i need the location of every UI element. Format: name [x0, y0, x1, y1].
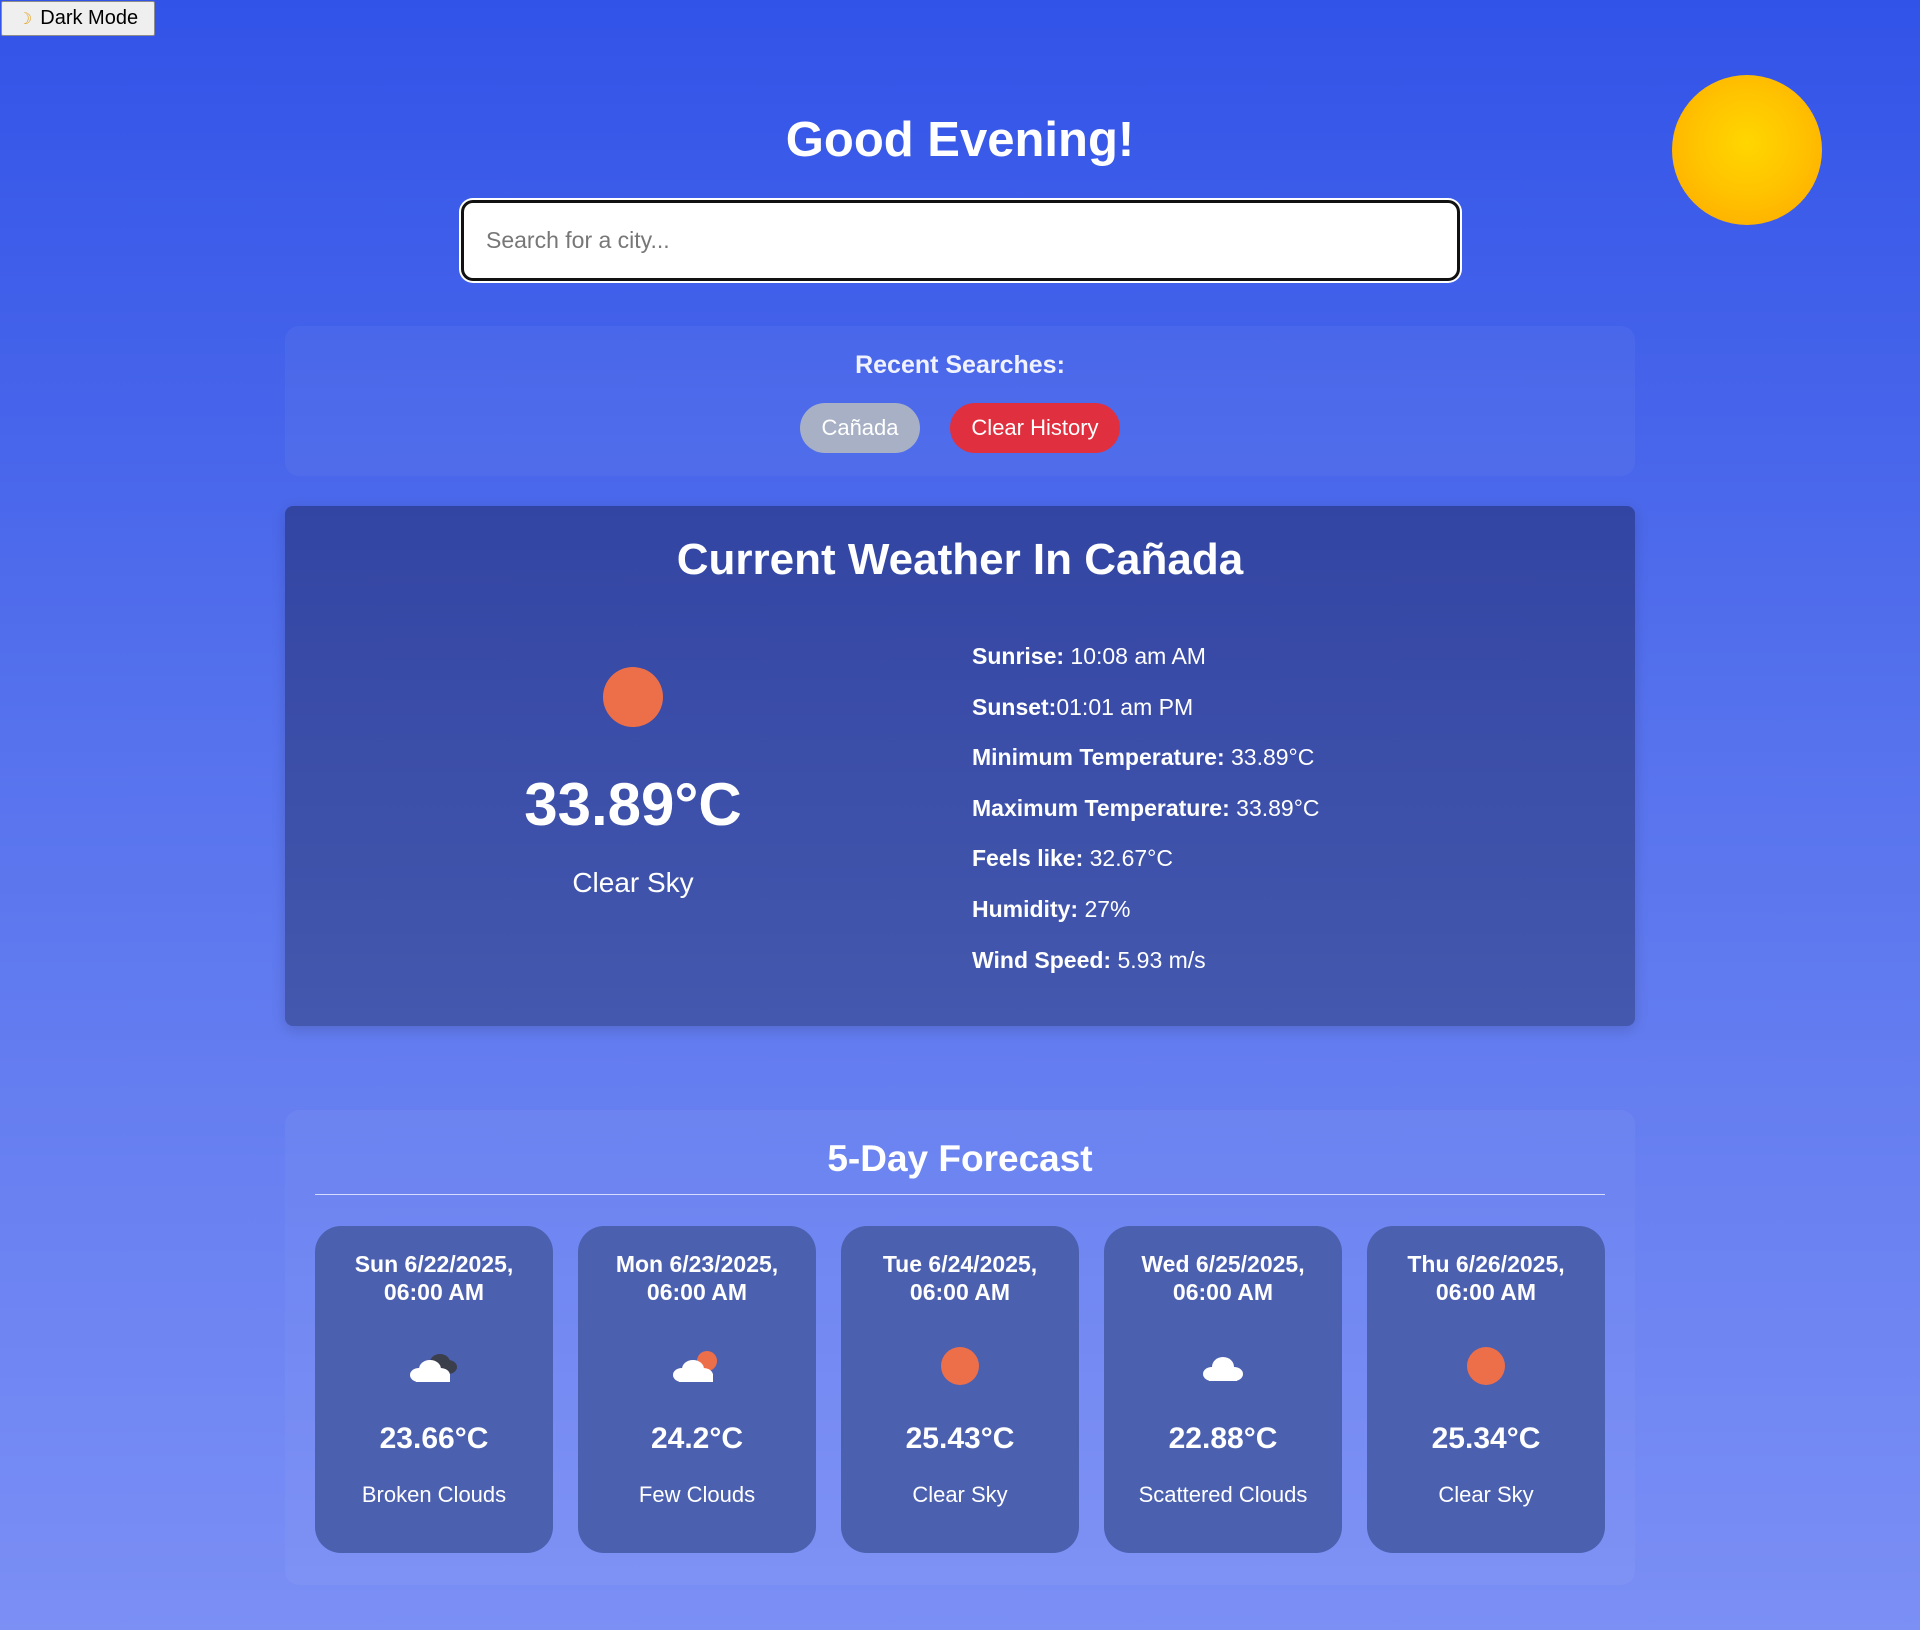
forecast-description: Clear Sky [912, 1482, 1008, 1507]
recent-searches-panel [285, 326, 1635, 476]
forecast-divider [315, 1194, 1605, 1195]
forecast-description: Clear Sky [1438, 1482, 1534, 1507]
forecast-temperature: 24.2°C [650, 1422, 744, 1455]
forecast-time-line: 06:00 AM [1435, 1279, 1537, 1305]
few-clouds-icon [578, 1346, 816, 1396]
forecast-description: Scattered Clouds [1138, 1482, 1308, 1507]
forecast-date: Sun 6/22/2025, 06:00 AM [315, 1250, 553, 1306]
clear-history-button[interactable]: Clear History [950, 403, 1120, 453]
detail-min-temp: Minimum Temperature: 33.89°C [972, 742, 1320, 793]
forecast-time-line: 06:00 AM [383, 1279, 485, 1305]
forecast-day-card: Thu 6/26/2025, 06:00 AM 25.34°C Clear Sk… [1367, 1226, 1605, 1553]
detail-value: 33.89°C [1224, 744, 1315, 771]
forecast-day-card: Sun 6/22/2025, 06:00 AM 23.66°C Broken C… [315, 1226, 553, 1553]
detail-max-temp: Maximum Temperature: 33.89°C [972, 793, 1320, 844]
forecast-temperature: 22.88°C [1168, 1422, 1278, 1455]
broken-clouds-icon [315, 1346, 553, 1396]
forecast-title: 5-Day Forecast [827, 1138, 1093, 1179]
forecast-description: Few Clouds [638, 1482, 756, 1507]
sun-icon [1367, 1346, 1605, 1396]
forecast-date: Wed 6/25/2025, 06:00 AM [1104, 1250, 1342, 1306]
current-weather-title: Current Weather In Cañada [676, 535, 1244, 584]
forecast-day-card: Mon 6/23/2025, 06:00 AM 24.2°C Few Cloud… [578, 1226, 816, 1553]
forecast-time-line: 06:00 AM [1172, 1279, 1274, 1305]
forecast-temperature: 25.34°C [1431, 1422, 1541, 1455]
forecast-description: Broken Clouds [361, 1482, 507, 1507]
recent-searches-title: Recent Searches: [855, 351, 1065, 379]
current-temperature: 33.89°C [524, 771, 742, 838]
sun-icon [841, 1346, 1079, 1396]
forecast-date-line: Wed 6/25/2025, [1141, 1251, 1305, 1277]
forecast-date-line: Tue 6/24/2025, [882, 1251, 1038, 1277]
detail-label: Sunrise: [972, 643, 1065, 669]
detail-sunrise: Sunrise: 10:08 am AM [972, 641, 1320, 692]
detail-value: 10:08 am AM [1064, 643, 1206, 669]
cloud-icon [1104, 1346, 1342, 1396]
forecast-temperature: 23.66°C [379, 1422, 489, 1455]
forecast-day-card: Wed 6/25/2025, 06:00 AM 22.88°C Scattere… [1104, 1226, 1342, 1553]
forecast-date: Thu 6/26/2025, 06:00 AM [1367, 1250, 1605, 1306]
greeting-heading: Good Evening! [785, 113, 1135, 167]
detail-value: 27% [1078, 895, 1131, 922]
forecast-date-line: Thu 6/26/2025, [1407, 1251, 1565, 1277]
weather-details-list: Sunrise: 10:08 am AM Sunset:01:01 am PM … [972, 641, 1320, 995]
detail-label: Maximum Temperature: [972, 794, 1230, 821]
recent-search-chip[interactable]: Cañada [800, 403, 920, 453]
dark-mode-label: Dark Mode [40, 7, 139, 29]
detail-label: Sunset: [972, 693, 1057, 720]
detail-wind-speed: Wind Speed: 5.93 m/s [972, 945, 1320, 996]
dark-mode-toggle-button[interactable]: ☽ Dark Mode [1, 1, 155, 36]
detail-feels-like: Feels like: 32.67°C [972, 843, 1320, 894]
forecast-time-line: 06:00 AM [909, 1279, 1011, 1305]
city-search-input[interactable] [461, 200, 1460, 281]
moon-icon: ☽ [17, 10, 33, 28]
detail-humidity: Humidity: 27% [972, 894, 1320, 945]
detail-label: Wind Speed: [972, 946, 1112, 973]
forecast-date: Tue 6/24/2025, 06:00 AM [841, 1250, 1079, 1306]
detail-label: Humidity: [972, 895, 1079, 922]
detail-label: Minimum Temperature: [972, 744, 1225, 771]
sun-icon [603, 667, 663, 727]
forecast-date-line: Sun 6/22/2025, [354, 1251, 514, 1277]
detail-sunset: Sunset:01:01 am PM [972, 692, 1320, 743]
forecast-temperature: 25.43°C [905, 1422, 1015, 1455]
detail-label: Feels like: [972, 845, 1084, 872]
detail-value: 33.89°C [1229, 794, 1320, 821]
forecast-date: Mon 6/23/2025, 06:00 AM [578, 1250, 816, 1306]
detail-value: 32.67°C [1083, 845, 1173, 872]
forecast-day-card: Tue 6/24/2025, 06:00 AM 25.43°C Clear Sk… [841, 1226, 1079, 1553]
current-description: Clear Sky [572, 867, 694, 898]
detail-value: 01:01 am PM [1056, 693, 1194, 720]
detail-value: 5.93 m/s [1111, 946, 1206, 973]
forecast-date-line: Mon 6/23/2025, [615, 1251, 779, 1277]
forecast-time-line: 06:00 AM [646, 1279, 748, 1305]
